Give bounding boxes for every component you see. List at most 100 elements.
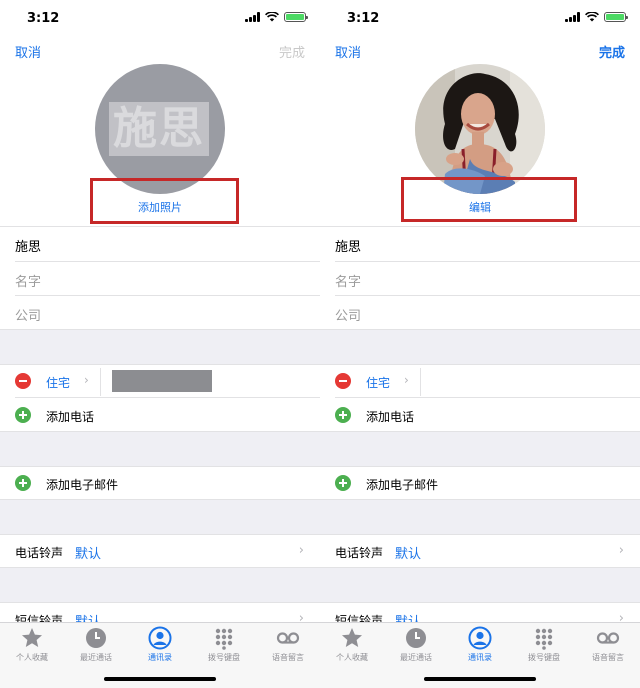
divider	[335, 397, 640, 398]
first-name-row[interactable]: 名字	[320, 262, 640, 296]
status-icons	[245, 12, 308, 22]
section-gap	[320, 330, 640, 364]
add-phone-label[interactable]: 添加电话	[46, 408, 94, 425]
tab-recents[interactable]: 最近通话	[384, 626, 448, 666]
cancel-button[interactable]: 取消	[335, 42, 361, 61]
last-name-field[interactable]: 施思	[335, 236, 361, 255]
section-gap	[0, 432, 320, 466]
add-phone-label[interactable]: 添加电话	[366, 408, 414, 425]
delete-phone-icon[interactable]	[15, 373, 31, 389]
company-field[interactable]: 公司	[335, 305, 361, 324]
first-name-row[interactable]: 名字	[0, 262, 320, 296]
add-email-icon[interactable]	[15, 475, 31, 491]
tab-voicemail[interactable]: 语音留言	[256, 626, 320, 666]
chevron-right-icon: ›	[404, 373, 409, 387]
battery-icon	[284, 12, 308, 22]
delete-phone-icon[interactable]	[335, 373, 351, 389]
section-gap	[320, 432, 640, 466]
add-photo-link[interactable]: 添加照片	[0, 199, 320, 215]
tab-favorites[interactable]: 个人收藏	[320, 626, 384, 666]
done-button[interactable]: 完成	[599, 42, 625, 61]
initials-blur-overlay	[109, 102, 209, 156]
contacts-icon	[468, 626, 492, 650]
status-time: 3:12	[347, 11, 380, 26]
last-name-row[interactable]: 施思	[320, 227, 640, 261]
add-phone-icon[interactable]	[335, 407, 351, 423]
wifi-icon	[585, 12, 599, 22]
divider	[0, 534, 320, 535]
status-icons	[565, 12, 628, 22]
tab-keypad[interactable]: 拨号键盘	[512, 626, 576, 666]
cancel-button[interactable]: 取消	[15, 42, 41, 61]
first-name-field[interactable]: 名字	[15, 271, 41, 290]
battery-icon	[604, 12, 628, 22]
status-bar: 3:12	[0, 0, 320, 36]
phone-label[interactable]: 住宅	[366, 374, 390, 391]
company-field[interactable]: 公司	[15, 305, 41, 324]
tab-contacts[interactable]: 通讯录	[128, 626, 192, 666]
divider	[420, 368, 421, 396]
tab-favorites[interactable]: 个人收藏	[0, 626, 64, 666]
star-icon	[342, 628, 362, 647]
avatar-placeholder[interactable]: 施思	[95, 64, 225, 194]
last-name-field[interactable]: 施思	[15, 236, 41, 255]
tab-label: 拨号键盘	[528, 653, 560, 662]
section-gap	[320, 568, 640, 602]
tab-label: 拨号键盘	[208, 653, 240, 662]
tab-label: 个人收藏	[336, 653, 368, 662]
phone-number-redacted[interactable]	[112, 370, 212, 392]
keypad-icon	[215, 628, 233, 650]
tab-label: 语音留言	[272, 653, 304, 662]
ringtone-label[interactable]: 电话铃声	[335, 544, 383, 561]
divider	[320, 466, 640, 467]
company-row[interactable]: 公司	[0, 296, 320, 330]
ringtone-value[interactable]: 默认	[395, 543, 421, 562]
add-email-label[interactable]: 添加电子邮件	[366, 476, 438, 493]
divider	[0, 466, 320, 467]
signal-icon	[565, 12, 580, 22]
tab-label: 通讯录	[468, 653, 492, 662]
chevron-right-icon: ›	[618, 543, 624, 558]
section-gap	[0, 568, 320, 602]
divider	[15, 397, 320, 398]
phone-label[interactable]: 住宅	[46, 374, 70, 391]
divider	[320, 602, 640, 603]
signal-icon	[245, 12, 260, 22]
section-gap	[0, 330, 320, 364]
divider	[0, 602, 320, 603]
tab-contacts[interactable]: 通讯录	[448, 626, 512, 666]
first-name-field[interactable]: 名字	[335, 271, 361, 290]
ringtone-label[interactable]: 电话铃声	[15, 544, 63, 561]
tab-bar: 个人收藏 最近通话 通讯录 拨号键盘 语音留言	[320, 622, 640, 688]
add-email-label[interactable]: 添加电子邮件	[46, 476, 118, 493]
divider	[100, 368, 101, 396]
tab-voicemail[interactable]: 语音留言	[576, 626, 640, 666]
contact-photo	[415, 64, 545, 194]
chevron-right-icon: ›	[84, 373, 89, 387]
star-icon	[22, 628, 42, 647]
done-button[interactable]: 完成	[279, 42, 305, 61]
home-indicator[interactable]	[104, 677, 216, 681]
company-row[interactable]: 公司	[320, 296, 640, 330]
ringtone-value[interactable]: 默认	[75, 543, 101, 562]
divider	[320, 364, 640, 365]
chevron-right-icon: ›	[298, 543, 304, 558]
avatar-photo[interactable]	[415, 64, 545, 194]
home-indicator[interactable]	[424, 677, 536, 681]
keypad-icon	[535, 628, 553, 650]
last-name-row[interactable]: 施思	[0, 227, 320, 261]
section-gap	[0, 500, 320, 534]
tab-label: 最近通话	[400, 653, 432, 662]
voicemail-icon	[276, 632, 300, 644]
tab-recents[interactable]: 最近通话	[64, 626, 128, 666]
add-email-icon[interactable]	[335, 475, 351, 491]
status-bar: 3:12	[320, 0, 640, 36]
add-phone-icon[interactable]	[15, 407, 31, 423]
edit-contact-screen-right: 3:12 取消 完成 编辑 施思 名字 公司 住宅 › 添加电话 添加电子邮件 …	[320, 0, 640, 688]
edit-photo-link[interactable]: 编辑	[320, 199, 640, 215]
clock-icon	[406, 628, 426, 648]
tab-keypad[interactable]: 拨号键盘	[192, 626, 256, 666]
contacts-icon	[148, 626, 172, 650]
tab-label: 最近通话	[80, 653, 112, 662]
clock-icon	[86, 628, 106, 648]
